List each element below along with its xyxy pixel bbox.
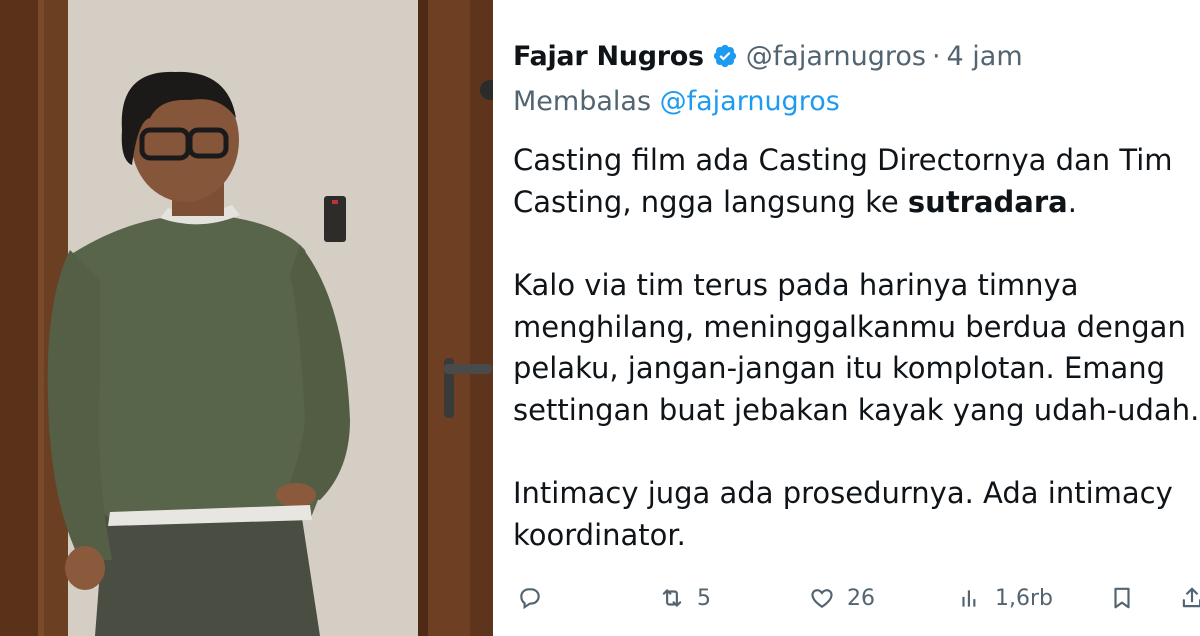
share-button[interactable] [1179,578,1200,618]
display-name[interactable]: Fajar Nugros [513,41,704,72]
retweet-count: 5 [697,585,711,611]
reply-icon [520,588,540,610]
replying-to: Membalas @fajarnugros [513,86,840,117]
user-handle[interactable]: @fajarnugros [746,41,926,72]
view-count: 1,6rb [995,585,1053,611]
reply-button[interactable] [517,578,543,618]
views-icon [962,590,976,607]
tweet-line-period: . [1067,184,1077,219]
share-icon [1182,587,1200,608]
verified-badge-icon [713,44,736,68]
like-button[interactable]: 26 [809,578,875,618]
tweet-line: koordinator. [513,517,686,552]
person-photo [0,0,493,636]
tweet-actions: 5 26 1,6rb [513,578,1200,618]
tweet-line: Kalo via tim terus pada harinya timnya [513,268,1079,302]
bookmark-button[interactable] [1109,578,1135,618]
tweet-line: Casting, ngga langsung ke sutradara. [513,182,1200,224]
views-button[interactable]: 1,6rb [957,578,1053,618]
bookmark-icon [1114,587,1130,609]
tweet-line: pelaku, jangan-jangan itu komplotan. Ema… [513,351,1166,385]
tweet-timestamp[interactable]: 4 jam [947,41,1023,72]
tweet-line: Intimacy juga ada prosedurnya. Ada intim… [513,476,1173,510]
reply-prefix: Membalas [513,86,652,117]
photo-illustration [0,0,493,636]
tweet-header: Fajar Nugros @fajarnugros · 4 jam [513,38,1023,74]
retweet-icon [662,589,682,607]
tweet-line: settingan buat jebakan kayak yang udah-u… [513,392,1200,427]
tweet-line-text: Casting, ngga langsung ke [513,184,908,219]
retweet-button[interactable]: 5 [659,578,711,618]
tweet-card: Fajar Nugros @fajarnugros · 4 jam Membal… [497,0,1200,636]
like-count: 26 [847,585,875,611]
tweet-text: Casting film ada Casting Directornya dan… [513,140,1200,556]
reply-handle-link[interactable]: @fajarnugros [660,86,840,117]
heart-icon [811,589,833,608]
tweet-line: menghilang, meninggalkanmu berdua dengan [513,309,1186,344]
separator-dot: · [931,40,941,72]
tweet-line: Casting film ada Casting Directornya dan… [513,143,1173,177]
bold-keyword: sutradara [907,184,1068,219]
